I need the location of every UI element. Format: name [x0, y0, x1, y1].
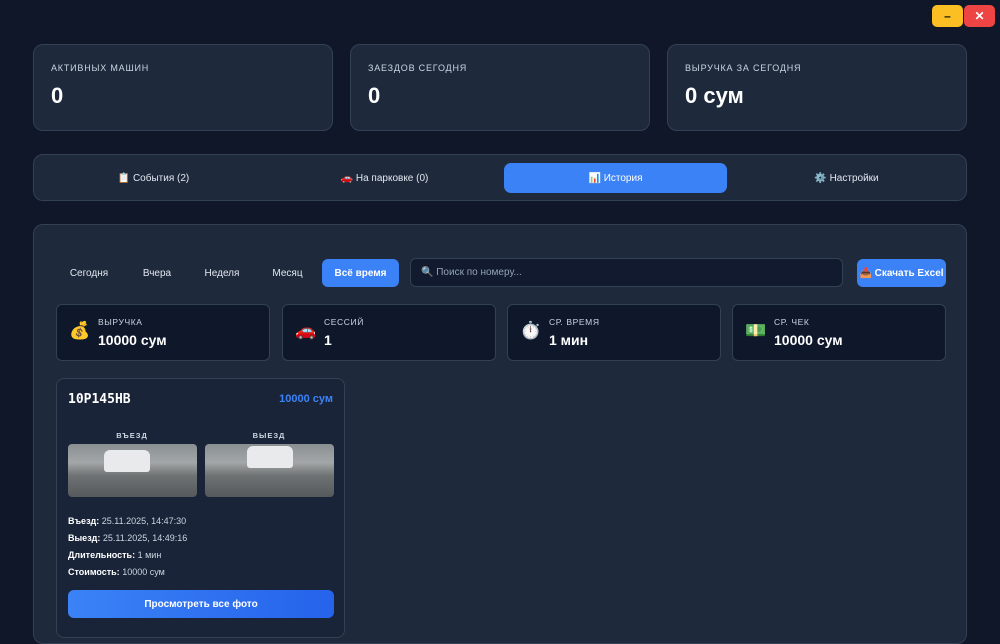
- detail-key: Длительность:: [68, 550, 136, 560]
- exit-photo-label: ВЫЕЗД: [252, 431, 286, 440]
- car-icon: 🚗: [295, 321, 317, 340]
- detail-value: 25.11.2025, 14:47:30: [101, 516, 187, 526]
- tab-settings[interactable]: ⚙️ Настройки: [735, 163, 958, 193]
- money-bag-icon: 💰: [69, 321, 91, 340]
- history-panel: Сегодня Вчера Неделя Месяц Всё время 🔍 П…: [33, 224, 967, 644]
- filter-today[interactable]: Сегодня: [57, 259, 121, 287]
- summary-avg-time: ⏱️ СР. ВРЕМЯ 1 мин: [507, 304, 721, 361]
- filter-week[interactable]: Неделя: [193, 259, 251, 287]
- entry-photo-label: ВЪЕЗД: [116, 431, 148, 440]
- exit-photo[interactable]: [205, 444, 334, 497]
- stat-entries-today: ЗАЕЗДОВ СЕГОДНЯ 0: [350, 44, 650, 131]
- search-input[interactable]: 🔍 Поиск по номеру...: [410, 258, 843, 287]
- detail-key: Выезд:: [68, 533, 101, 543]
- history-record-card: 10P145HB 10000 сум ВЪЕЗД ВЫЕЗД Въезд: 25…: [56, 378, 345, 638]
- summary-label: ВЫРУЧКА: [98, 317, 143, 327]
- summary-avg-check: 💵 СР. ЧЕК 10000 сум: [732, 304, 946, 361]
- minimize-button[interactable]: –: [932, 5, 963, 27]
- summary-revenue: 💰 ВЫРУЧКА 10000 сум: [56, 304, 270, 361]
- download-excel-button[interactable]: 📥 Скачать Excel: [857, 259, 946, 287]
- detail-key: Въезд:: [68, 516, 100, 526]
- plate-number: 10P145HB: [68, 392, 131, 407]
- filter-month[interactable]: Месяц: [261, 259, 314, 287]
- detail-duration: Длительность: 1 мин: [68, 550, 161, 560]
- summary-value: 1 мин: [549, 332, 589, 348]
- summary-label: СР. ВРЕМЯ: [549, 317, 600, 327]
- detail-entry: Въезд: 25.11.2025, 14:47:30: [68, 516, 186, 526]
- tab-history[interactable]: 📊 История: [504, 163, 727, 193]
- summary-label: СР. ЧЕК: [774, 317, 810, 327]
- summary-value: 10000 сум: [98, 332, 167, 348]
- stat-active-cars: АКТИВНЫХ МАШИН 0: [33, 44, 333, 131]
- tab-bar: 📋 События (2) 🚗 На парковке (0) 📊 Истори…: [33, 154, 967, 201]
- stopwatch-icon: ⏱️: [520, 321, 542, 340]
- close-button[interactable]: ✕: [964, 5, 995, 27]
- stat-value: 0 сум: [685, 83, 744, 108]
- filter-yesterday[interactable]: Вчера: [131, 259, 183, 287]
- record-price: 10000 сум: [279, 393, 333, 405]
- summary-value: 1: [324, 332, 332, 348]
- tab-events[interactable]: 📋 События (2): [42, 163, 265, 193]
- banknote-icon: 💵: [745, 321, 767, 340]
- stat-value: 0: [368, 83, 381, 108]
- summary-sessions: 🚗 СЕССИЙ 1: [282, 304, 496, 361]
- detail-exit: Выезд: 25.11.2025, 14:49:16: [68, 533, 187, 543]
- stat-label: ЗАЕЗДОВ СЕГОДНЯ: [368, 63, 468, 73]
- stat-revenue-today: ВЫРУЧКА ЗА СЕГОДНЯ 0 сум: [667, 44, 967, 131]
- detail-value: 25.11.2025, 14:49:16: [102, 533, 188, 543]
- detail-key: Стоимость:: [68, 567, 120, 577]
- stat-value: 0: [51, 83, 64, 108]
- view-all-photos-button[interactable]: Просмотреть все фото: [68, 590, 334, 618]
- detail-value: 1 мин: [137, 550, 162, 560]
- stat-label: АКТИВНЫХ МАШИН: [51, 63, 150, 73]
- tab-parking[interactable]: 🚗 На парковке (0): [273, 163, 496, 193]
- summary-value: 10000 сум: [774, 332, 843, 348]
- filter-all-time[interactable]: Всё время: [322, 259, 399, 287]
- detail-value: 10000 сум: [122, 567, 165, 577]
- stat-label: ВЫРУЧКА ЗА СЕГОДНЯ: [685, 63, 802, 73]
- summary-label: СЕССИЙ: [324, 317, 364, 327]
- entry-photo[interactable]: [68, 444, 197, 497]
- detail-cost: Стоимость: 10000 сум: [68, 567, 165, 577]
